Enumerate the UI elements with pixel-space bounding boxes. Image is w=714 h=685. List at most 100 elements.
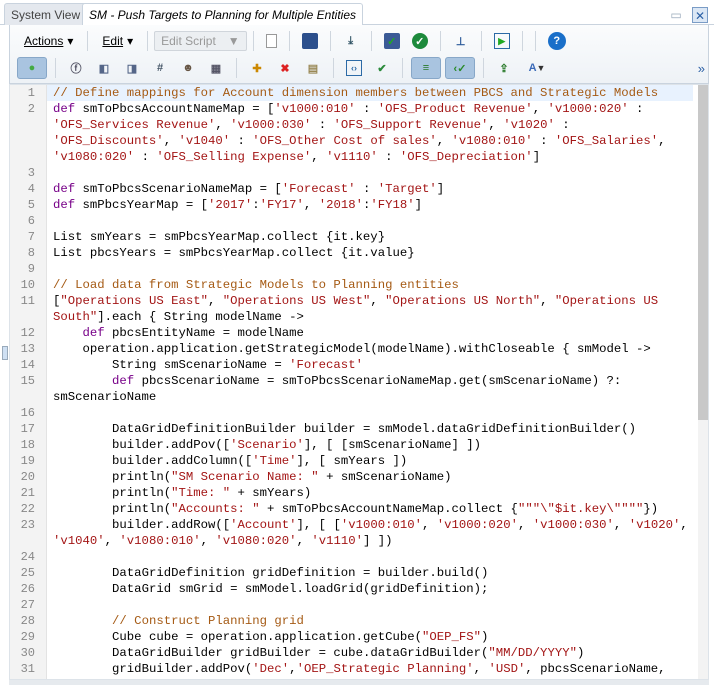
scrollbar-thumb[interactable] (698, 85, 708, 420)
download-icon[interactable]: ⤓ (343, 33, 359, 49)
code-string: 'OFS_Other Cost of sales' (252, 134, 437, 148)
code-line[interactable]: 2 def smToPbcsAccountNameMap = ['v1000:01… (10, 101, 698, 165)
line-text: println("Accounts: " + smToPbcsAccountNa… (47, 501, 693, 517)
divider (483, 58, 484, 78)
code-line[interactable]: 21 println("Time: " + smYears) (10, 485, 698, 501)
code-line[interactable]: 9 (10, 261, 698, 277)
code-line[interactable]: 14 String smScenarioName = 'Forecast' (10, 357, 698, 373)
comment-icon[interactable]: ▤ (305, 60, 321, 76)
run-script-icon[interactable]: ▶ (493, 33, 510, 49)
code-editor[interactable]: 1 // Define mappings for Account dimensio… (9, 84, 709, 680)
code-line[interactable]: 16 (10, 405, 698, 421)
close-icon[interactable]: ✕ (692, 7, 708, 23)
horizontal-scrollbar[interactable] (9, 680, 709, 685)
function-icon[interactable]: ⓕ (68, 60, 84, 76)
line-text: operation.application.getStrategicModel(… (47, 341, 693, 357)
restore-window-icon[interactable]: ▭ (668, 7, 684, 23)
code-line[interactable]: 10 // Load data from Strategic Models to … (10, 277, 698, 293)
code-line[interactable]: 27 (10, 597, 698, 613)
smart-list-icon[interactable]: ☻ (180, 60, 196, 76)
wrap-text-toggle-icon[interactable]: ≡ (411, 57, 441, 79)
member-icon[interactable]: ◧ (96, 60, 112, 76)
code-line[interactable]: 31 gridBuilder.addPov('Dec','OEP_Strateg… (10, 661, 698, 677)
code-line[interactable]: 11 ["Operations US East", "Operations US … (10, 293, 698, 325)
code-line[interactable]: 18 builder.addPov(['Scenario'], [ [smSce… (10, 437, 698, 453)
code-line[interactable]: 4 def smToPbcsScenarioNameMap = ['Forecas… (10, 181, 698, 197)
line-text (47, 165, 693, 181)
line-number: 22 (20, 502, 35, 516)
code-text: , (658, 134, 673, 148)
line-number: 24 (20, 550, 35, 564)
edit-script-dropdown[interactable]: Edit Script ▼ (154, 31, 247, 51)
code-line[interactable]: 12 def pbcsEntityName = modelName (10, 325, 698, 341)
code-string: 'OFS_Product Revenue' (377, 102, 533, 116)
code-line[interactable]: 29 Cube cube = operation.application.get… (10, 629, 698, 645)
code-line[interactable]: 7 List smYears = smPbcsYearMap.collect {i… (10, 229, 698, 245)
line-text: Cube cube = operation.application.getCub… (47, 629, 693, 645)
member-range-icon[interactable]: ◨ (124, 60, 140, 76)
code-comment: // Construct Planning grid (112, 614, 304, 628)
code-string: 'OFS_Selling Expense' (156, 150, 312, 164)
code-line[interactable]: 23 builder.addRow(['Account'], [ ['v1000… (10, 517, 698, 549)
add-comment-icon[interactable]: ✚ (249, 60, 265, 76)
more-tools-button[interactable]: » (698, 61, 705, 76)
code-line[interactable]: 20 println("SM Scenario Name: " + smScen… (10, 469, 698, 485)
syntax-check-toggle-icon[interactable]: ‹✓ (445, 57, 475, 79)
divider (370, 31, 372, 51)
help-icon[interactable]: ? (547, 32, 566, 50)
actions-menu[interactable]: Actions ▾ (16, 34, 81, 48)
code-string: 'v1110' (311, 534, 363, 548)
code-line[interactable]: 3 (10, 165, 698, 181)
code-line[interactable]: 26 DataGrid smGrid = smModel.loadGrid(gr… (10, 581, 698, 597)
validate-globe-icon[interactable]: ✔ (374, 60, 390, 76)
splitter-handle[interactable] (2, 346, 8, 360)
font-style-icon[interactable]: A ▼ (524, 60, 550, 76)
tab-system-view[interactable]: System View (4, 3, 88, 25)
code-line[interactable]: 30 DataGridBuilder gridBuilder = cube.da… (10, 645, 698, 661)
code-brackets-icon[interactable]: ‹› (346, 60, 362, 76)
line-text: List pbcsYears = smPbcsYearMap.collect {… (47, 245, 693, 261)
code-line[interactable]: 8 List pbcsYears = smPbcsYearMap.collect … (10, 245, 698, 261)
code-line[interactable]: 28 // Construct Planning grid (10, 613, 698, 629)
save-validate-icon[interactable]: ✓ (383, 33, 400, 49)
code-text: , (215, 118, 231, 132)
code-line[interactable]: 25 DataGridDefinition gridDefinition = b… (10, 565, 698, 581)
code-text: , (532, 102, 548, 116)
code-line[interactable]: 24 (10, 549, 698, 565)
validate-check-icon[interactable]: ✓ (411, 33, 428, 49)
chevron-down-icon: ▼ (536, 63, 546, 73)
code-text: , (303, 198, 319, 212)
code-string: 'Time' (252, 454, 297, 468)
code-line[interactable]: 13 operation.application.getStrategicMod… (10, 341, 698, 357)
line-number: 7 (27, 230, 35, 244)
code-keyword: def (82, 326, 105, 340)
line-number: 15 (20, 374, 35, 388)
code-line[interactable]: 1 // Define mappings for Account dimensio… (10, 85, 698, 101)
line-text (47, 597, 693, 613)
code-text: DataGridDefinition gridDefinition = buil… (53, 566, 489, 580)
vertical-scrollbar[interactable] (698, 85, 708, 679)
line-number: 3 (27, 166, 35, 180)
code-line[interactable]: 19 builder.addColumn(['Time'], [ smYears… (10, 453, 698, 469)
code-line[interactable]: 22 println("Accounts: " + smToPbcsAccoun… (10, 501, 698, 517)
code-text: pbcsScenarioName = smToPbcsScenarioNameM… (53, 374, 629, 404)
save-icon[interactable] (301, 33, 318, 49)
deploy-icon[interactable]: ⇪ (496, 60, 512, 76)
line-numbers-toggle-icon[interactable]: ● (17, 57, 47, 79)
code-string: 'Forecast' (289, 358, 363, 372)
code-line[interactable]: 17 DataGridDefinitionBuilder builder = s… (10, 421, 698, 437)
edit-menu[interactable]: Edit ▾ (94, 34, 141, 48)
line-text: DataGrid smGrid = smModel.loadGrid(gridD… (47, 581, 693, 597)
hierarchy-icon[interactable]: ⊥ (453, 33, 469, 49)
delete-comment-icon[interactable]: ✖ (277, 60, 293, 76)
tab-script-editor[interactable]: SM - Push Targets to Planning for Multip… (82, 3, 364, 26)
variable-icon[interactable]: # (152, 60, 168, 76)
code-text: ] (414, 198, 423, 212)
code-line[interactable]: 15 def pbcsScenarioName = smToPbcsScenar… (10, 373, 698, 405)
code-string: 'Scenario' (230, 438, 304, 452)
new-document-icon[interactable] (265, 34, 277, 48)
code-line[interactable]: 6 (10, 213, 698, 229)
calculator-icon[interactable]: ▦ (208, 60, 224, 76)
line-text: def smToPbcsScenarioNameMap = ['Forecast… (47, 181, 693, 197)
code-line[interactable]: 5 def smPbcsYearMap = ['2017':'FY17', '20… (10, 197, 698, 213)
